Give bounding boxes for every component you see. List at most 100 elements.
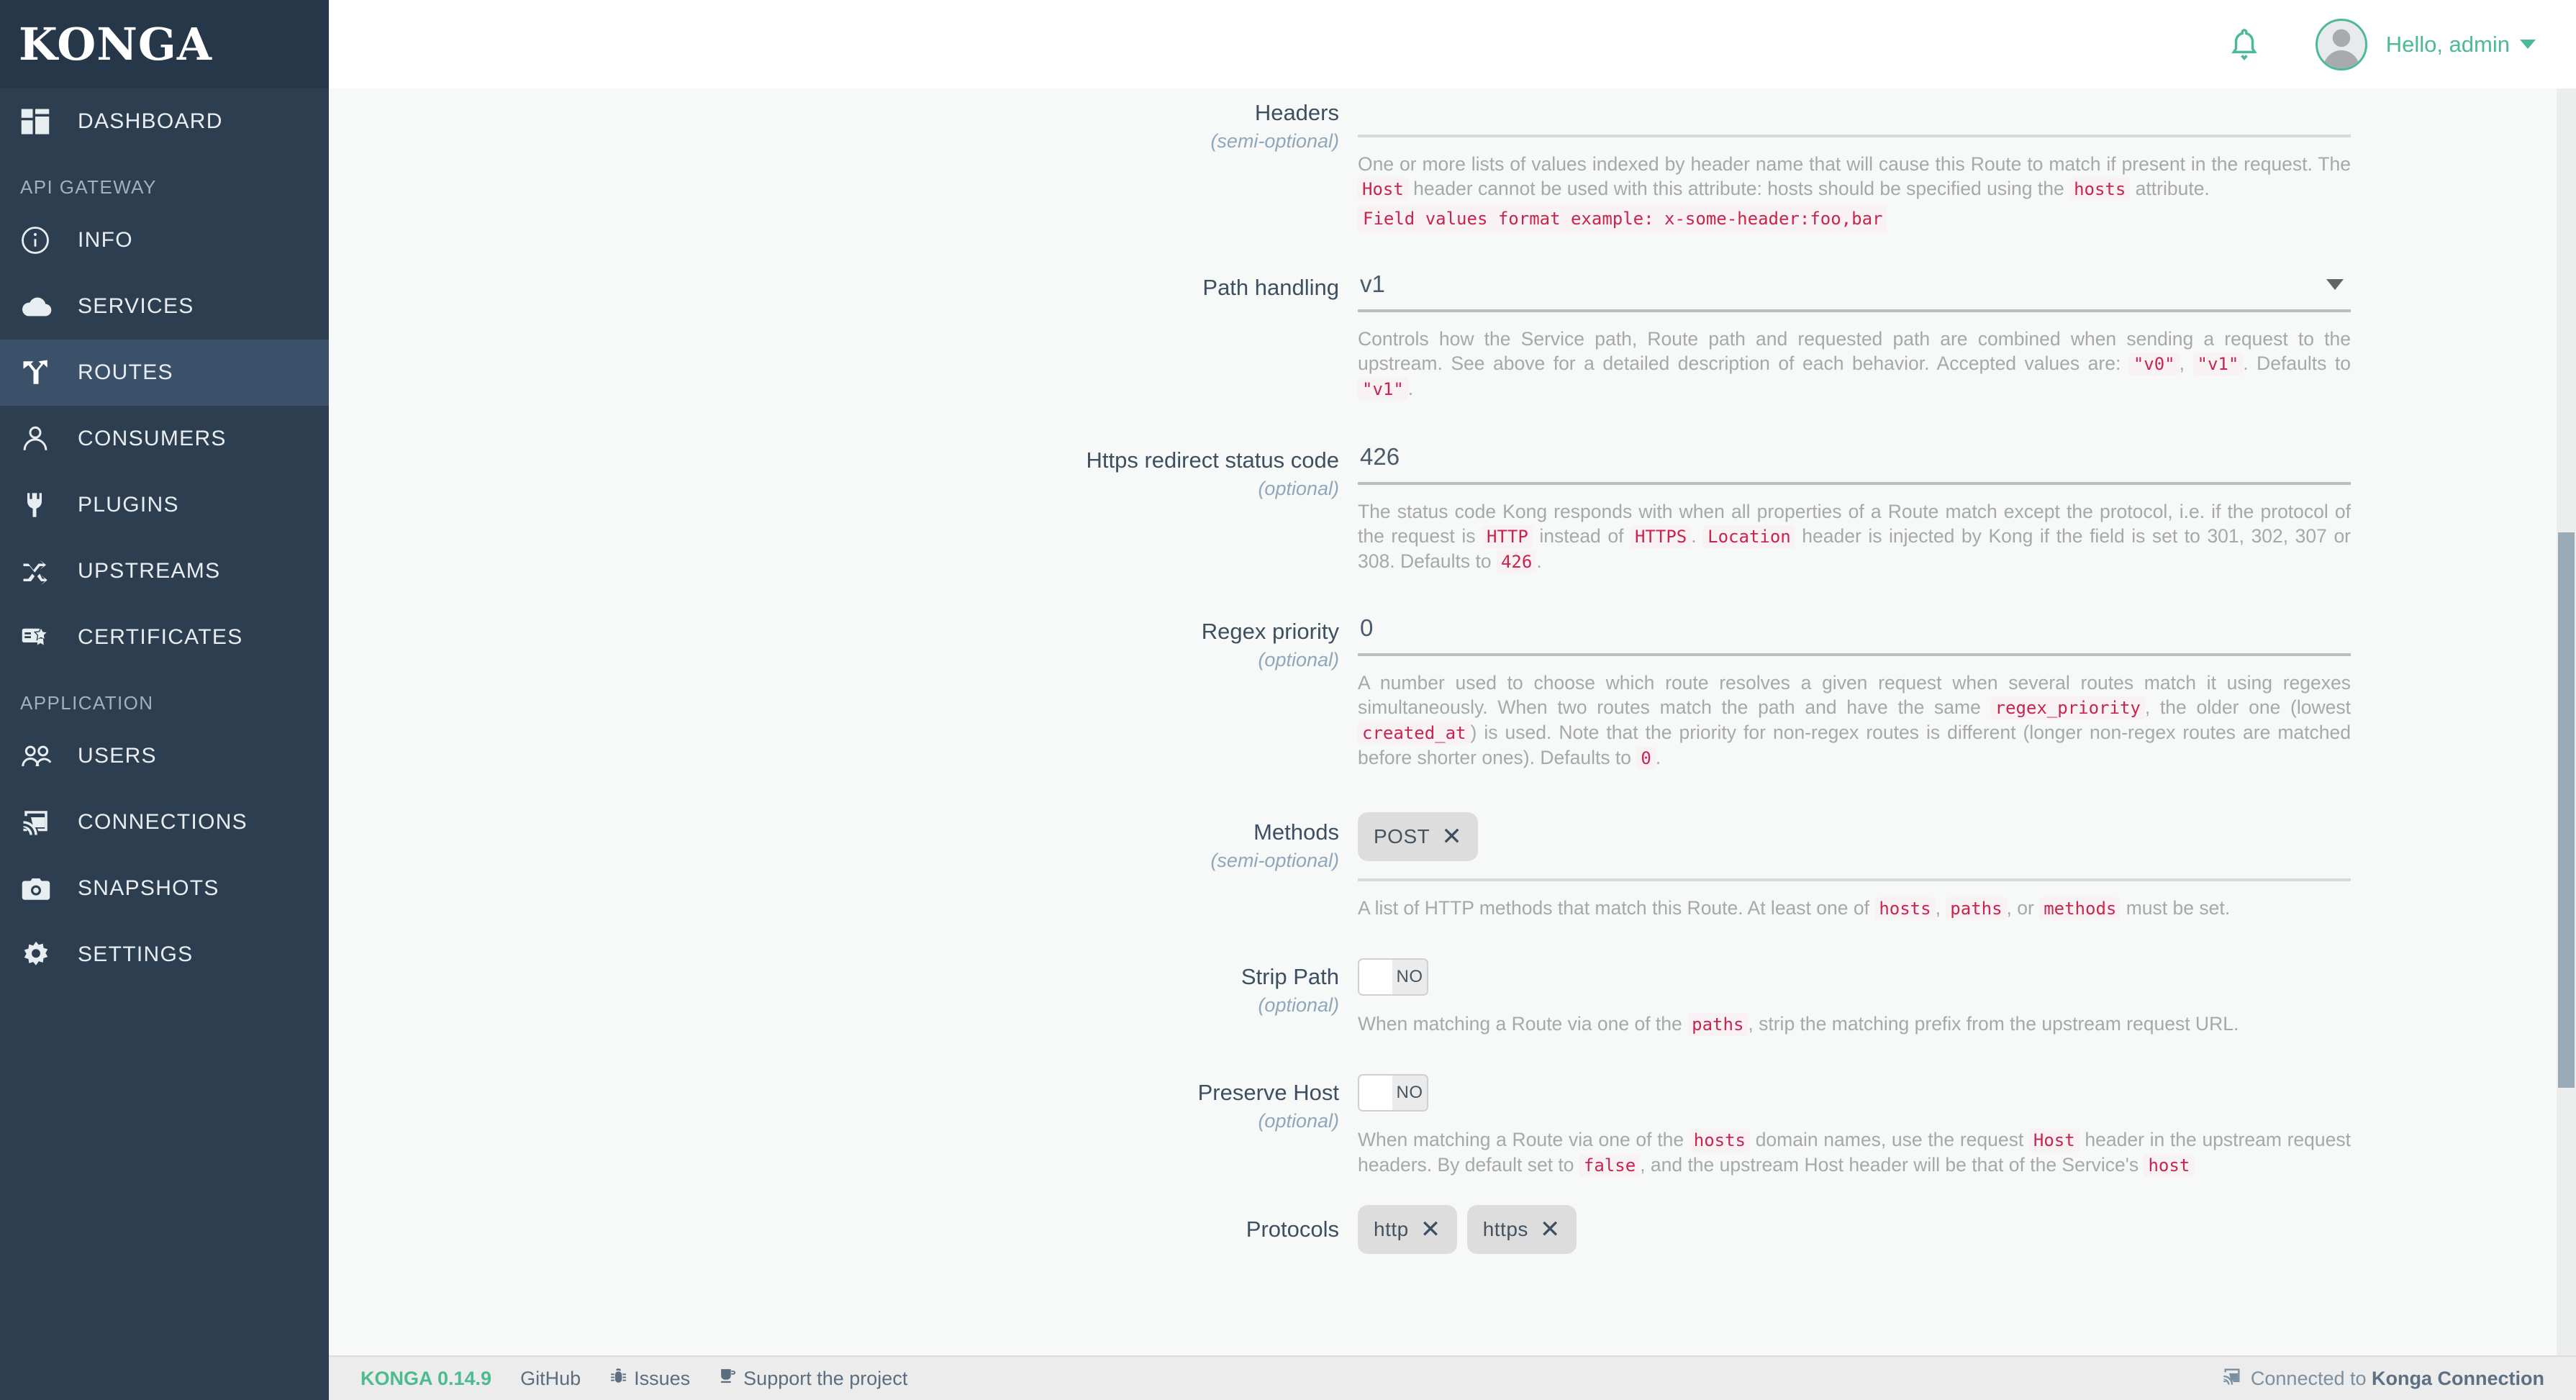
protocol-chip[interactable]: https ✕ (1467, 1205, 1577, 1254)
field-row-https-redirect-status-code: Https redirect status code (optional) 42… (329, 432, 2559, 574)
cast-icon (20, 806, 60, 839)
help-code-example: Field values format example: x-some-head… (1358, 204, 1887, 233)
help-part: When matching a Route via one of the (1358, 1129, 1690, 1150)
connection-prefix: Connected to (2251, 1368, 2372, 1389)
field-input-col: 0 A number used to choose which route re… (1358, 603, 2448, 771)
plug-icon (20, 488, 60, 522)
field-row-regex-priority: Regex priority (optional) 0 A number use… (329, 603, 2559, 771)
https-redirect-status-code-input[interactable]: 426 (1358, 440, 2448, 482)
strip-path-toggle[interactable]: NO (1358, 958, 1428, 996)
close-icon[interactable]: ✕ (1420, 1217, 1441, 1242)
certificate-icon (20, 621, 60, 654)
vertical-scrollbar[interactable] (2557, 88, 2576, 1355)
input-underline (1358, 135, 2351, 137)
field-label: Regex priority (329, 617, 1339, 646)
footer-link-github[interactable]: GitHub (520, 1368, 581, 1390)
method-chip-label: POST (1374, 825, 1430, 848)
avatar (2316, 19, 2367, 71)
sidebar-item-label: DASHBOARD (78, 109, 223, 134)
info-icon (20, 224, 60, 257)
path-handling-select[interactable]: v1 (1358, 268, 2351, 309)
cast-icon (2222, 1366, 2242, 1391)
field-label-col: Headers (semi-optional) (329, 88, 1358, 233)
coffee-cup-icon (719, 1367, 737, 1390)
chevron-down-icon (2326, 279, 2344, 290)
field-row-preserve-host: Preserve Host (optional) NO When matchin… (329, 1061, 2559, 1178)
bell-icon[interactable] (2228, 27, 2261, 63)
field-input-col: v1 Controls how the Service path, Route … (1358, 259, 2448, 401)
sidebar-section-application: APPLICATION (0, 671, 329, 723)
sidebar-item-plugins[interactable]: PLUGINS (0, 472, 329, 538)
help-part: , or (2007, 897, 2040, 919)
sidebar-item-certificates[interactable]: CERTIFICATES (0, 604, 329, 671)
method-chip[interactable]: POST ✕ (1358, 812, 1478, 861)
help-part: , strip the matching prefix from the ups… (1748, 1013, 2239, 1035)
help-part: A list of HTTP methods that match this R… (1358, 897, 1874, 919)
regex-priority-input[interactable]: 0 (1358, 612, 2448, 653)
field-help-text: A number used to choose which route reso… (1358, 663, 2351, 771)
field-optional-note: (semi-optional) (329, 847, 1339, 874)
help-code: Host (2029, 1129, 2080, 1152)
help-part: , and the upstream Host header will be t… (1640, 1154, 2144, 1176)
field-input-col: http✕ https ✕ (1358, 1205, 2448, 1271)
field-input-col: 426 The status code Kong responds with w… (1358, 432, 2448, 574)
help-part: domain names, use the request (1750, 1129, 2029, 1150)
scrollbar-thumb[interactable] (2558, 532, 2575, 1088)
sidebar-item-routes[interactable]: ROUTES (0, 340, 329, 406)
user-menu[interactable]: Hello, admin (2316, 19, 2536, 71)
connection-status-text: Connected to Konga Connection (2251, 1368, 2544, 1390)
sidebar-item-label: SETTINGS (78, 942, 193, 967)
bug-icon (609, 1367, 627, 1390)
cloud-icon (20, 290, 60, 323)
toggle-knob (1359, 1076, 1392, 1110)
help-part: , the older one (lowest (2145, 696, 2351, 718)
field-row-methods: Methods (semi-optional) POST✕ A list of … (329, 804, 2559, 921)
preserve-host-toggle[interactable]: NO (1358, 1074, 1428, 1112)
sidebar-item-label: INFO (78, 228, 133, 253)
help-code: 0 (1636, 747, 1655, 770)
sidebar-item-dashboard[interactable]: DASHBOARD (0, 88, 329, 155)
field-input-col: POST ✕ A list of HTTP methods that match … (1358, 804, 2448, 921)
sidebar-item-upstreams[interactable]: UPSTREAMS (0, 538, 329, 604)
field-input-col: One or more lists of values indexed by h… (1358, 88, 2448, 233)
field-label: Protocols (329, 1215, 1339, 1244)
sidebar-item-settings[interactable]: SETTINGS (0, 922, 329, 988)
routes-icon (20, 356, 60, 389)
input-underline (1358, 653, 2351, 656)
field-label-col: Protocols (329, 1205, 1358, 1271)
sidebar-item-label: PLUGINS (78, 493, 179, 517)
close-icon[interactable]: ✕ (1441, 824, 1462, 849)
field-label: Headers (329, 99, 1339, 127)
help-code: hosts (2069, 178, 2130, 201)
protocol-chip-label: https (1483, 1218, 1528, 1241)
sidebar-item-services[interactable]: SERVICES (0, 273, 329, 340)
footer-link-label: GitHub (520, 1368, 581, 1390)
sidebar-section-api-gateway: API GATEWAY (0, 155, 329, 207)
gear-icon (20, 938, 60, 971)
sidebar-item-connections[interactable]: CONNECTIONS (0, 789, 329, 855)
sidebar-item-consumers[interactable]: CONSUMERS (0, 406, 329, 472)
protocol-chip[interactable]: http✕ (1358, 1205, 1457, 1254)
input-underline (1358, 878, 2351, 881)
help-code: regex_priority (1991, 696, 2145, 719)
sidebar-item-info[interactable]: INFO (0, 207, 329, 273)
footer-link-issues[interactable]: Issues (609, 1367, 690, 1390)
help-part: , (2180, 353, 2193, 374)
help-code: HTTPS (1631, 525, 1691, 548)
brand-header[interactable]: KONGA (0, 0, 329, 88)
headers-input[interactable] (1358, 93, 2448, 135)
topbar: Hello, admin (329, 0, 2576, 88)
footer-link-support[interactable]: Support the project (719, 1367, 907, 1390)
main-content: Headers (semi-optional) One or more list… (329, 88, 2559, 1355)
help-part: ) is used. Note that the priority for no… (1358, 722, 2351, 768)
sidebar-item-users[interactable]: USERS (0, 723, 329, 789)
close-icon[interactable]: ✕ (1540, 1217, 1561, 1242)
footer-version: KONGA 0.14.9 (360, 1368, 491, 1390)
help-part: When matching a Route via one of the (1358, 1013, 1687, 1035)
field-label: Https redirect status code (329, 446, 1339, 475)
sidebar-item-label: CERTIFICATES (78, 625, 243, 650)
field-label: Strip Path (329, 963, 1339, 991)
sidebar-item-snapshots[interactable]: SNAPSHOTS (0, 855, 329, 922)
protocols-chip-list: http✕ https ✕ (1358, 1205, 2448, 1271)
input-underline (1358, 482, 2351, 485)
